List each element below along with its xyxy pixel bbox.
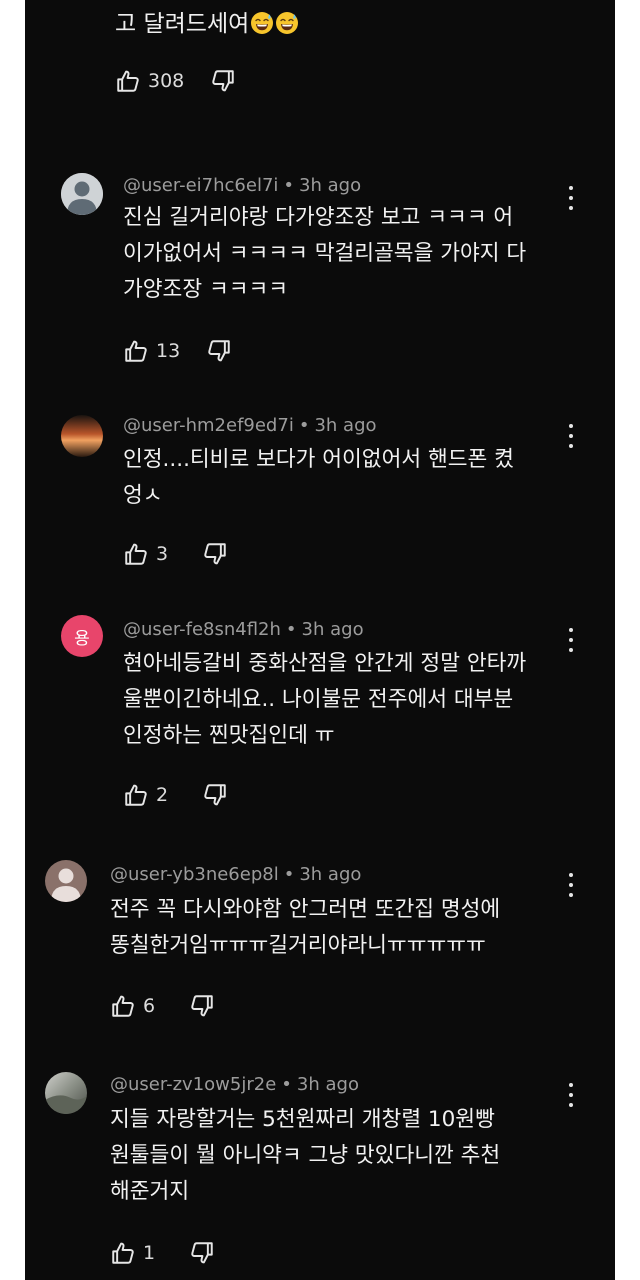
username[interactable]: @user-ei7hc6el7i (123, 175, 278, 196)
thumbs-up-icon (115, 68, 141, 94)
like-button[interactable]: 6 (110, 993, 163, 1019)
comment-actions: 13 (123, 336, 232, 366)
thumbs-down-icon (206, 338, 232, 364)
timestamp: 3h ago (314, 415, 377, 436)
thumbs-up-icon (123, 782, 149, 808)
username[interactable]: @user-zv1ow5jr2e (110, 1074, 276, 1095)
thumbs-up-icon (123, 541, 149, 567)
avatar[interactable]: 용 (61, 615, 103, 657)
thumbs-down-icon (202, 782, 228, 808)
timestamp: 3h ago (301, 619, 364, 640)
timestamp: 3h ago (299, 864, 362, 885)
comment-text: 고 달려드세여 (115, 11, 250, 37)
dislike-button[interactable] (202, 782, 228, 808)
comment-text: 진심 길거리야랑 다가양조장 보고 ㅋㅋㅋ 어 이가없어서 ㅋㅋㅋㅋ 막걸리골목… (123, 205, 527, 302)
avatar[interactable] (45, 860, 87, 902)
like-count: 308 (148, 70, 185, 92)
comment-header: @user-fe8sn4fl2h • 3h ago (123, 619, 364, 640)
dislike-button[interactable] (206, 338, 232, 364)
thumbs-up-icon (110, 1240, 136, 1266)
comment-actions: 308 (115, 66, 236, 96)
default-avatar-icon (61, 173, 103, 215)
comment-header: @user-zv1ow5jr2e • 3h ago (110, 1074, 359, 1095)
thumbs-down-icon (189, 1240, 215, 1266)
like-button[interactable]: 2 (123, 782, 176, 808)
grinning-sweat-face-icon (275, 11, 299, 35)
comment-text: 현아네등갈비 중화산점을 안간게 정말 안타까 울뿐이긴하네요.. 나이불문 전… (123, 651, 527, 748)
timestamp: 3h ago (299, 175, 362, 196)
separator-dot: • (285, 619, 297, 640)
comment-text: 전주 꼭 다시와야함 안그러면 또간집 명성에 똥칠한거임ㅠㅠㅠ길거리야라니ㅠㅠ… (110, 897, 501, 958)
separator-dot: • (281, 1074, 292, 1095)
avatar-letter: 용 (74, 628, 90, 649)
comment-text: 지들 자랑할거는 5천원짜리 개창렬 10원빵 원툴들이 뭘 아니약ㅋ 그냥 맛… (110, 1107, 501, 1204)
comment-text-tail: 고 달려드세여 (115, 4, 299, 38)
sunset-photo-avatar-icon (61, 415, 103, 457)
thumbs-up-icon (123, 338, 149, 364)
dislike-button[interactable] (210, 68, 236, 94)
dislike-button[interactable] (189, 1240, 215, 1266)
gray-photo-avatar-icon (45, 1072, 87, 1114)
thumbs-up-icon (110, 993, 136, 1019)
like-button[interactable]: 308 (115, 68, 184, 94)
thumbs-down-icon (210, 68, 236, 94)
like-count: 3 (156, 543, 169, 565)
like-button[interactable]: 13 (123, 338, 180, 364)
thumbs-down-icon (189, 993, 215, 1019)
like-count: 13 (156, 340, 181, 362)
grinning-sweat-face-icon (250, 11, 274, 35)
username[interactable]: @user-fe8sn4fl2h (123, 619, 281, 640)
like-button[interactable]: 1 (110, 1240, 163, 1266)
more-options-button[interactable] (561, 1079, 581, 1113)
separator-dot: • (283, 864, 295, 885)
thumbs-down-icon (202, 541, 228, 567)
comment-thread: 고 달려드세여 308 @user-ei7hc6el7i • 3h ago 진심 길… (25, 0, 615, 1280)
like-count: 2 (156, 784, 169, 806)
dislike-button[interactable] (202, 541, 228, 567)
avatar[interactable] (61, 173, 103, 215)
timestamp: 3h ago (296, 1074, 359, 1095)
like-count: 1 (143, 1242, 156, 1264)
avatar[interactable] (45, 1072, 87, 1114)
comment-actions: 2 (123, 780, 228, 810)
comment-header: @user-yb3ne6ep8l • 3h ago (110, 864, 361, 885)
like-count: 6 (143, 995, 156, 1017)
username[interactable]: @user-hm2ef9ed7i (123, 415, 294, 436)
separator-dot: • (298, 415, 310, 436)
comment-header: @user-hm2ef9ed7i • 3h ago (123, 415, 377, 436)
dislike-button[interactable] (189, 993, 215, 1019)
separator-dot: • (283, 175, 295, 196)
comment-actions: 6 (110, 991, 215, 1021)
comment-text: 인정....티비로 보다가 어이없어서 핸드폰 켰 엉ㅅ (123, 447, 514, 508)
comment-actions: 3 (123, 539, 228, 569)
avatar[interactable] (61, 415, 103, 457)
more-options-button[interactable] (561, 869, 581, 903)
comment-actions: 1 (110, 1238, 215, 1268)
comment-header: @user-ei7hc6el7i • 3h ago (123, 175, 361, 196)
like-button[interactable]: 3 (123, 541, 176, 567)
default-avatar-icon (45, 860, 87, 902)
username[interactable]: @user-yb3ne6ep8l (110, 864, 279, 885)
